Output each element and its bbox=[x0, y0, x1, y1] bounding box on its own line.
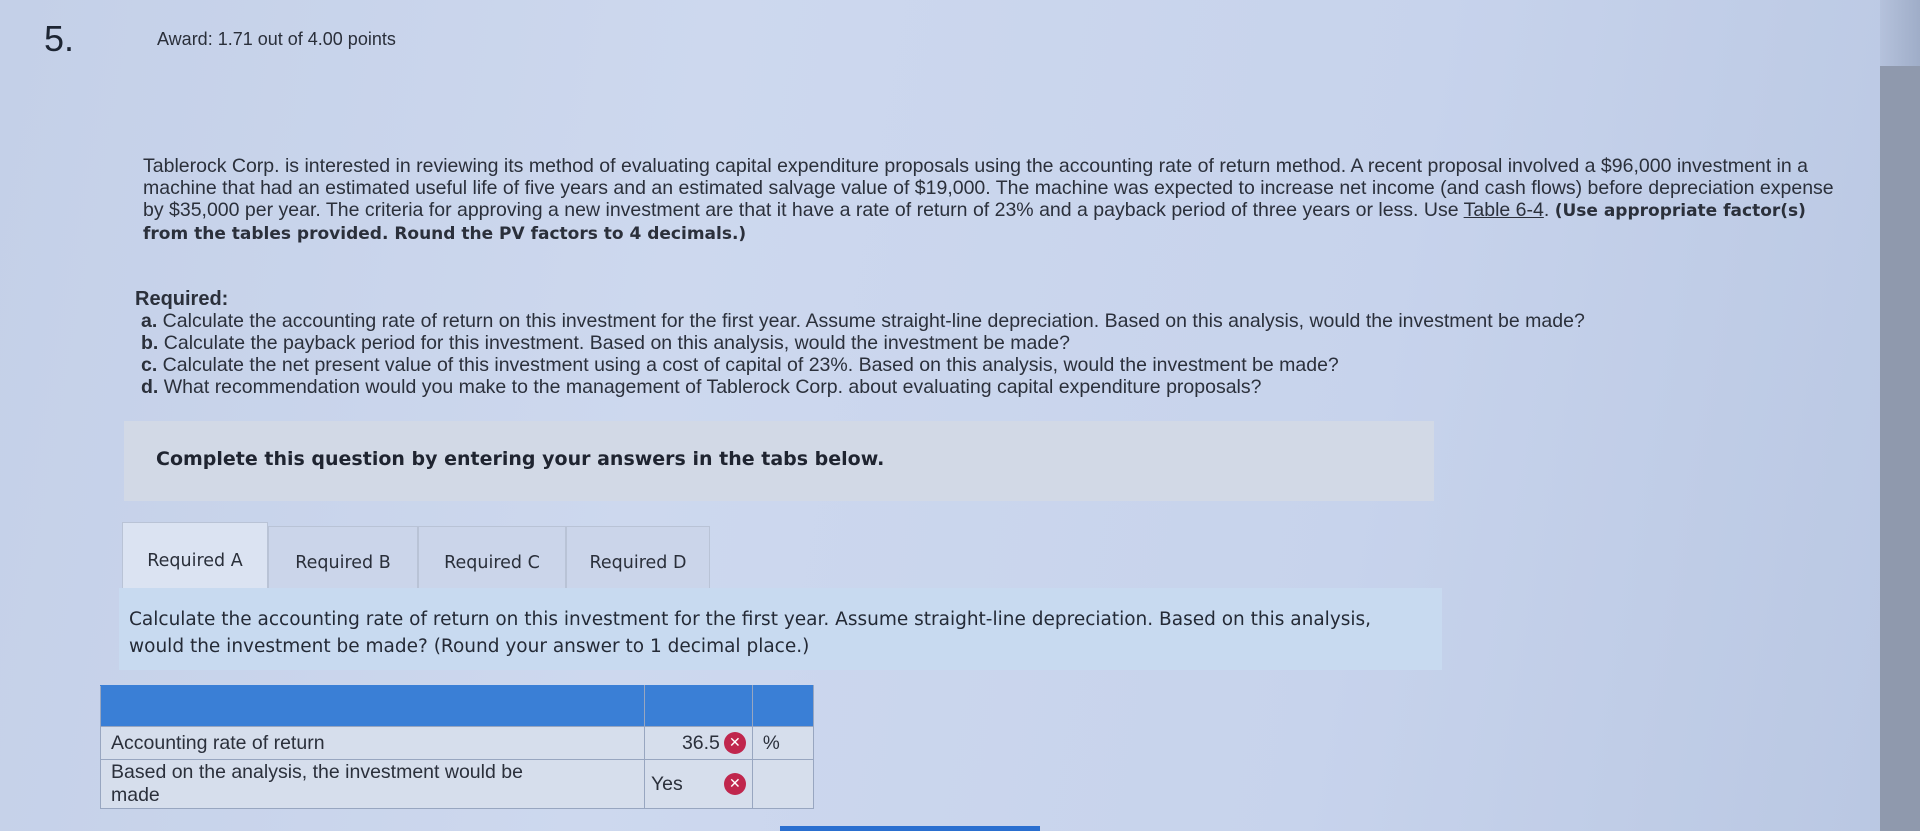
required-item-c: c. Calculate the net present value of th… bbox=[141, 354, 1339, 376]
required-heading: Required: bbox=[135, 288, 229, 310]
complete-instruction-text: Complete this question by entering your … bbox=[156, 448, 885, 470]
required-item-a: a. Calculate the accounting rate of retu… bbox=[141, 310, 1585, 332]
required-item-d: d. What recommendation would you make to… bbox=[141, 376, 1262, 398]
percent-unit: % bbox=[762, 732, 780, 754]
award-score: Award: 1.71 out of 4.00 points bbox=[157, 29, 396, 49]
bottom-accent-bar bbox=[780, 826, 1040, 831]
scrollbar-thumb[interactable] bbox=[1880, 66, 1920, 831]
problem-after-link: . bbox=[1543, 199, 1555, 221]
complete-instruction-banner: Complete this question by entering your … bbox=[124, 421, 1434, 501]
required-section: Required: a. Calculate the accounting ra… bbox=[135, 288, 1835, 398]
table-6-4-link[interactable]: Table 6-4 bbox=[1464, 199, 1544, 221]
x-circle-icon: ✕ bbox=[723, 732, 746, 754]
answer-table: Accounting rate of return 36.5 ✕ % Based… bbox=[100, 685, 815, 809]
investment-decision-select[interactable]: Yes bbox=[651, 773, 683, 796]
row-label: Accounting rate of return bbox=[100, 726, 645, 760]
required-item-b: b. Calculate the payback period for this… bbox=[141, 332, 1070, 354]
row-label: Based on the analysis, the investment wo… bbox=[100, 759, 645, 809]
question-number: 5. bbox=[44, 18, 75, 59]
x-circle-icon: ✕ bbox=[723, 773, 746, 795]
tab-panel-prompt-text: Calculate the accounting rate of return … bbox=[129, 609, 1372, 657]
problem-statement: Tablerock Corp. is interested in reviewi… bbox=[143, 155, 1843, 245]
table-row: Accounting rate of return 36.5 ✕ % bbox=[100, 726, 815, 760]
tab-panel-prompt: Calculate the accounting rate of return … bbox=[119, 588, 1442, 670]
accounting-rate-input[interactable]: 36.5 bbox=[682, 732, 720, 755]
answer-table-header bbox=[100, 685, 815, 727]
table-row: Based on the analysis, the investment wo… bbox=[100, 759, 815, 809]
